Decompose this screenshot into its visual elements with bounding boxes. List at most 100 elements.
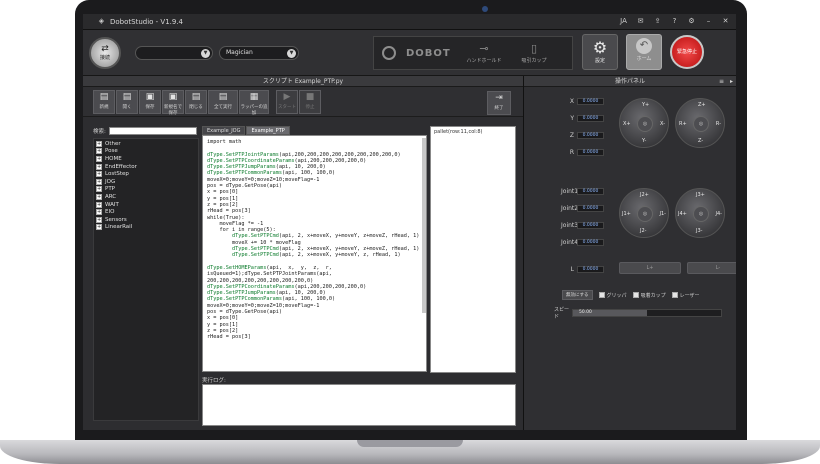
command-item-label: WAIT [105,201,119,208]
expand-icon[interactable]: + [96,201,102,208]
app-window: ◈ DobotStudio - V1.9.4 JA ✉ ⇪ ? ⚙ – ✕ ⇄ … [83,14,736,430]
laser-label: レーザー [679,292,700,299]
jog-r-minus[interactable]: R- [716,121,721,127]
port-select[interactable]: ▼ [135,45,213,60]
speed-slider[interactable]: 50.00 [572,309,722,317]
open-label: 開く [122,104,132,110]
command-list: + Other + Pose + HOME + EndEffector + LostStep + JO… [93,138,199,421]
command-item[interactable]: + Sensors [96,216,196,224]
jog-j12-pad[interactable]: J2+ J2- J1+ J1- ◎ [619,188,669,238]
tab-example-jog[interactable]: Example_JOG [202,126,246,135]
language-selector[interactable]: JA [619,17,628,26]
log-output[interactable] [202,384,516,426]
tool-suction-cup[interactable]: ▯ 吸引カップ [514,42,554,64]
new-button[interactable]: ▤ 新規 [93,89,115,114]
disable-button[interactable]: 無効にする [562,290,593,300]
code-line: rHead = pos[3] [207,334,251,341]
close-script-button[interactable]: ▤ 閉じる [185,89,207,114]
tab-example-ptp[interactable]: Example_PTP [246,126,290,135]
start-button[interactable]: ▶ スタート [276,89,298,114]
expand-icon[interactable]: + [96,140,102,147]
expand-icon[interactable]: + [96,216,102,223]
open-button[interactable]: ▤ 開く [116,89,138,114]
command-item[interactable]: + Pose [96,148,196,156]
jog-j34-pad[interactable]: J3+ J3- J4+ J4- ◎ [675,188,725,238]
emergency-stop-button[interactable]: 緊急停止 [670,35,704,69]
laser-checkbox[interactable] [671,292,678,298]
script-title: スクリプト Example_PTP.py [83,76,523,87]
command-item[interactable]: + LinearRail [96,224,196,232]
stop-button[interactable]: ■ 停止 [299,89,321,114]
expand-icon[interactable]: + [96,171,102,178]
command-item[interactable]: + PTP [96,186,196,194]
chevron-right-icon[interactable]: ▸ [730,76,733,87]
jog-j1-minus[interactable]: J1- [660,211,666,217]
minimize-icon[interactable]: – [704,17,713,26]
export-icon[interactable]: ⇪ [653,17,662,26]
command-item[interactable]: + LostStep [96,170,196,178]
command-item[interactable]: + EndEffector [96,163,196,171]
close-icon[interactable]: ✕ [721,17,730,26]
command-item-label: LinearRail [105,224,133,231]
joint3-value: 0.0000 [577,221,604,229]
jog-j2-minus[interactable]: J2- [640,228,646,234]
l-minus-button[interactable]: L- [687,262,736,274]
l-plus-button[interactable]: L+ [619,262,681,274]
command-item[interactable]: + JOG [96,178,196,186]
run-all-button[interactable]: ▤ 全て実行 [208,89,238,114]
code-editor[interactable]: import math dType.SetPTPJointParams(api,2… [202,135,427,372]
save-button[interactable]: ▣ 保存 [139,89,161,114]
expand-icon[interactable]: + [96,178,102,185]
command-item[interactable]: + EIO [96,208,196,216]
jog-zr-pad[interactable]: Z+ Z- R+ R- ◎ [675,98,725,148]
device-select[interactable]: Magician ▼ [219,45,299,60]
jog-j4-plus[interactable]: J4+ [678,211,687,217]
expand-icon[interactable]: + [96,193,102,200]
jog-y-minus[interactable]: Y- [642,138,646,144]
home-button[interactable]: ↶ ホーム [626,34,662,70]
expand-icon[interactable]: + [96,148,102,155]
jog-r-plus[interactable]: R+ [679,121,687,127]
jog-xy-pad[interactable]: Y+ Y- X+ X- ◎ [619,98,669,148]
menu-icon[interactable]: ≡ [719,76,724,87]
command-item[interactable]: + ARC [96,193,196,201]
expand-icon[interactable]: + [96,209,102,216]
jog-x-minus[interactable]: X- [660,121,665,127]
save-as-button[interactable]: ▣ 新規名で保存 [162,89,184,116]
suction-checkbox[interactable] [632,292,639,298]
editor-scrollbar[interactable] [422,138,426,313]
jog-j4-minus[interactable]: J4- [716,211,722,217]
jog-j3-minus[interactable]: J3- [696,228,702,234]
exit-button[interactable]: ⇥ 終了 [487,91,511,115]
mail-icon[interactable]: ✉ [636,17,645,26]
command-item[interactable]: + WAIT [96,201,196,209]
coord-x-value: 0.0000 [577,97,604,105]
camera-icon [482,6,488,12]
settings-button[interactable]: ⚙ 設定 [582,34,618,70]
expand-icon[interactable]: + [96,224,102,231]
jog-z-minus[interactable]: Z- [698,138,703,144]
jog-x-plus[interactable]: X+ [623,121,631,127]
jog-z-plus[interactable]: Z+ [698,102,706,108]
expand-icon[interactable]: + [96,186,102,193]
help-icon[interactable]: ? [670,17,679,26]
add-wrapper-button[interactable]: ▦ ラッパーの追加 [239,89,269,116]
chevron-down-icon[interactable]: ▼ [287,48,296,58]
jog-j3-plus[interactable]: J3+ [696,192,705,198]
jog-y-plus[interactable]: Y+ [642,102,649,108]
settings-icon[interactable]: ⚙ [687,17,696,26]
expand-icon[interactable]: + [96,155,102,162]
command-item[interactable]: + HOME [96,155,196,163]
search-input[interactable] [109,127,197,135]
tool-handhold[interactable]: ⊸ ハンドホールド [464,42,504,64]
expand-icon[interactable]: + [96,163,102,170]
connect-button[interactable]: ⇄ 接続 [89,36,121,69]
connect-label: 接続 [99,55,110,61]
jog-j2-plus[interactable]: J2+ [640,192,649,198]
close-file-icon: ▤ [191,91,201,102]
chevron-down-icon[interactable]: ▼ [201,48,210,58]
jog-j1-plus[interactable]: J1+ [622,211,631,217]
command-item[interactable]: + Other [96,140,196,148]
gripper-checkbox[interactable] [598,292,605,298]
command-item-label: Sensors [105,216,127,223]
